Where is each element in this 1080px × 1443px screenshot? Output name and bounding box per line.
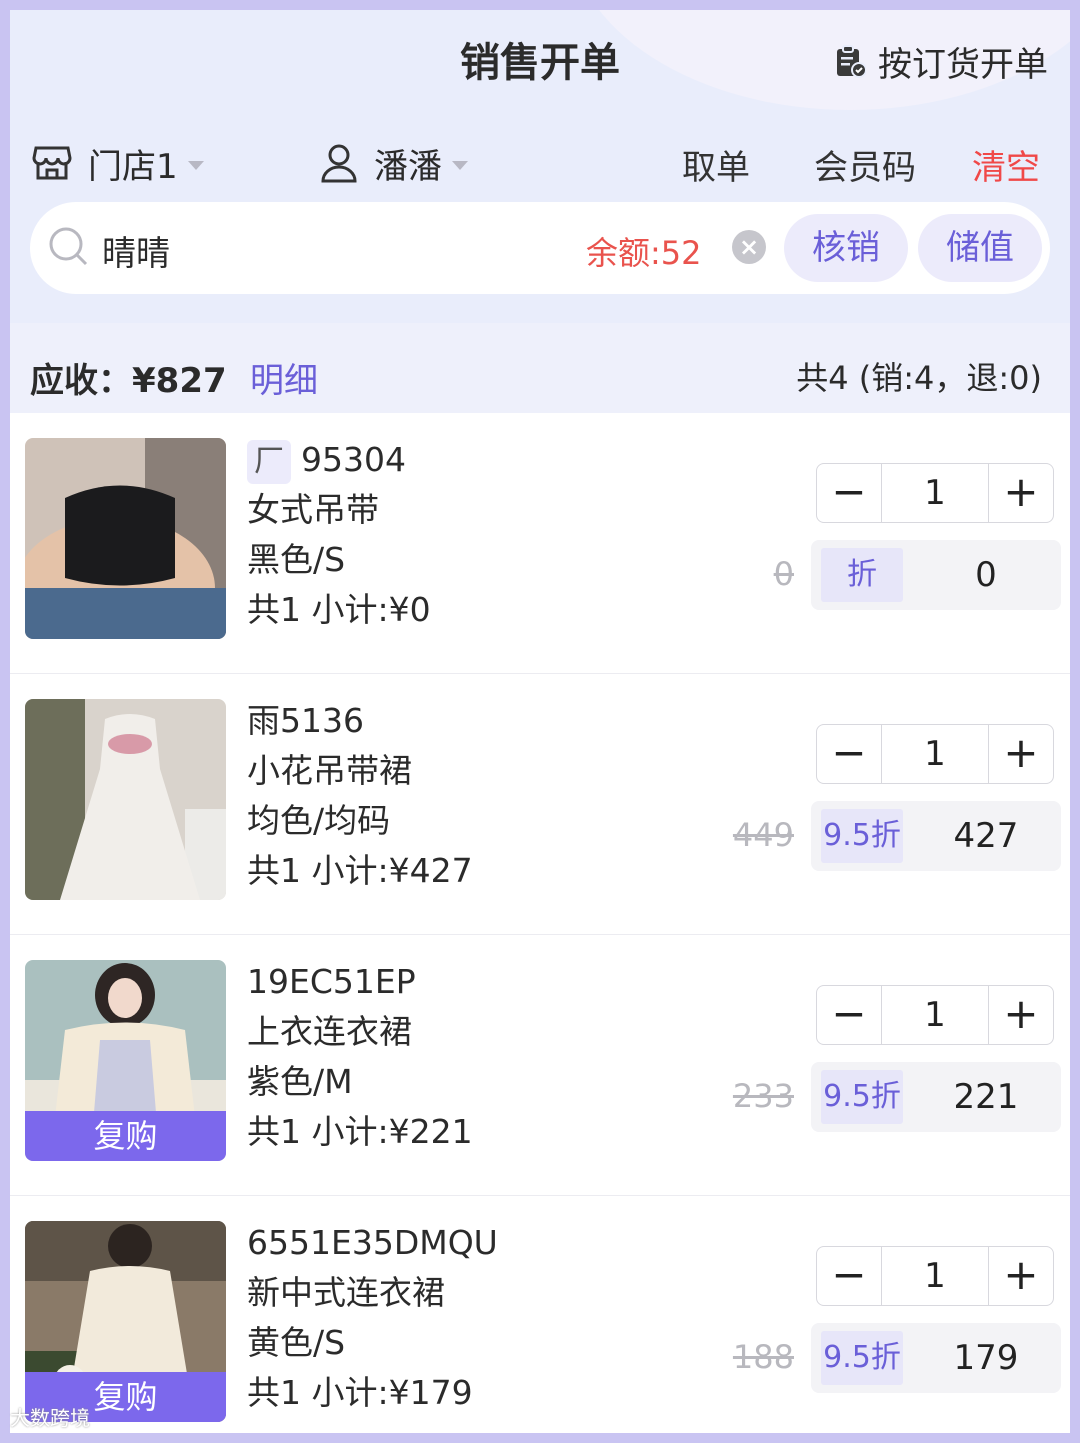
quantity-value[interactable]: 1 [881,986,989,1044]
list-item: 复购 19EC51EP 上衣连衣裙 紫色/M 共1 小计:¥221 − 1 + … [10,935,1070,1196]
factory-tag: 厂 [247,439,291,484]
item-subtotal: 共1 小计:¥427 [247,851,473,890]
redeem-button[interactable]: 核销 [784,214,908,282]
item-code: 95304 [301,440,406,479]
discount-button[interactable]: 9.5折 [821,809,903,863]
final-price[interactable]: 427 [911,801,1061,871]
increase-button[interactable]: + [989,1247,1053,1305]
item-name: 小花吊带裙 [247,751,412,790]
rebuy-badge: 复购 [25,1111,226,1161]
item-spec: 黄色/S [247,1323,346,1362]
item-code: 雨5136 [247,701,364,740]
staff-name: 潘潘 [374,146,442,187]
receivable-amount: 应收：¥827 [30,361,227,401]
list-item: 厂 95304 女式吊带 黑色/S 共1 小计:¥0 − 1 + 0 折 0 [10,413,1070,674]
discount-button[interactable]: 折 [821,548,903,602]
customer-search-bar[interactable]: 晴晴 余额:52 × 核销 储值 [30,202,1050,294]
search-icon [49,227,88,266]
app-frame: 销售开单 按订货开单 门店1 潘潘 取单 会员码 清空 晴晴 余额:52 × 核… [10,10,1070,1433]
price-box: 9.5折 179 [811,1323,1061,1393]
item-spec: 紫色/M [247,1062,353,1101]
store-selector[interactable]: 门店1 [32,138,204,188]
quantity-value[interactable]: 1 [881,464,989,522]
topup-button[interactable]: 储值 [918,214,1042,282]
item-spec: 均色/均码 [247,801,391,840]
item-code: 6551E35DMQU [247,1223,498,1262]
item-info: 雨5136 小花吊带裙 均色/均码 共1 小计:¥427 [247,696,473,896]
quantity-stepper: − 1 + [816,724,1054,784]
member-code-button[interactable]: 会员码 [814,140,916,189]
staff-selector[interactable]: 潘潘 [320,138,468,188]
item-info: 6551E35DMQU 新中式连衣裙 黄色/S 共1 小计:¥179 [247,1218,498,1418]
header-area: 销售开单 按订货开单 门店1 潘潘 取单 会员码 清空 晴晴 余额:52 × 核… [10,10,1070,323]
item-name: 上衣连衣裙 [247,1012,412,1051]
decrease-button[interactable]: − [817,986,881,1044]
discount-button[interactable]: 9.5折 [821,1331,903,1385]
member-balance: 余额:52 [586,234,702,272]
quantity-stepper: − 1 + [816,1246,1054,1306]
original-price: 0 [773,555,794,593]
product-image[interactable]: 复购 [25,960,226,1161]
item-subtotal: 共1 小计:¥0 [247,590,431,629]
increase-button[interactable]: + [989,986,1053,1044]
product-image[interactable] [25,699,226,900]
decrease-button[interactable]: − [817,464,881,522]
decrease-button[interactable]: − [817,725,881,783]
clear-search-icon[interactable]: × [732,230,766,264]
take-order-button[interactable]: 取单 [682,140,750,189]
product-image[interactable]: 复购 [25,1221,226,1422]
order-based-billing-link[interactable]: 按订货开单 [834,38,1048,85]
price-box: 9.5折 427 [811,801,1061,871]
decrease-button[interactable]: − [817,1247,881,1305]
chevron-down-icon [452,160,468,170]
price-box: 折 0 [811,540,1061,610]
product-image[interactable] [25,438,226,639]
quantity-stepper: − 1 + [816,463,1054,523]
list-item: 复购 6551E35DMQU 新中式连衣裙 黄色/S 共1 小计:¥179 − … [10,1196,1070,1433]
item-subtotal: 共1 小计:¥221 [247,1112,473,1151]
chevron-down-icon [187,160,204,170]
store-icon [32,146,72,180]
discount-button[interactable]: 9.5折 [821,1070,903,1124]
watermark: 大数跨境 [10,1406,90,1430]
price-box: 9.5折 221 [811,1062,1061,1132]
item-subtotal: 共1 小计:¥179 [247,1373,473,1412]
item-spec: 黑色/S [247,540,346,579]
item-count: 共4 (销:4，退:0) [796,359,1042,397]
summary-bar: 应收：¥827 明细 共4 (销:4，退:0) [10,323,1070,413]
original-price: 449 [732,816,794,854]
search-input[interactable]: 晴晴 [102,226,170,275]
final-price[interactable]: 179 [911,1323,1061,1393]
detail-link[interactable]: 明细 [250,353,318,402]
quantity-stepper: − 1 + [816,985,1054,1045]
item-code: 19EC51EP [247,962,416,1001]
list-item: 雨5136 小花吊带裙 均色/均码 共1 小计:¥427 − 1 + 449 9… [10,674,1070,935]
store-name: 门店1 [88,146,178,187]
clear-button[interactable]: 清空 [972,140,1040,189]
item-name: 新中式连衣裙 [247,1273,445,1312]
final-price[interactable]: 221 [911,1062,1061,1132]
final-price[interactable]: 0 [911,540,1061,610]
user-icon [321,144,357,183]
order-link-label: 按订货开单 [878,44,1048,85]
original-price: 233 [732,1077,794,1115]
item-name: 女式吊带 [247,490,379,529]
original-price: 188 [732,1338,794,1376]
increase-button[interactable]: + [989,464,1053,522]
increase-button[interactable]: + [989,725,1053,783]
clipboard-icon [837,45,866,78]
quantity-value[interactable]: 1 [881,1247,989,1305]
quantity-value[interactable]: 1 [881,725,989,783]
item-info: 19EC51EP 上衣连衣裙 紫色/M 共1 小计:¥221 [247,957,473,1157]
item-info: 厂 95304 女式吊带 黑色/S 共1 小计:¥0 [247,435,431,635]
